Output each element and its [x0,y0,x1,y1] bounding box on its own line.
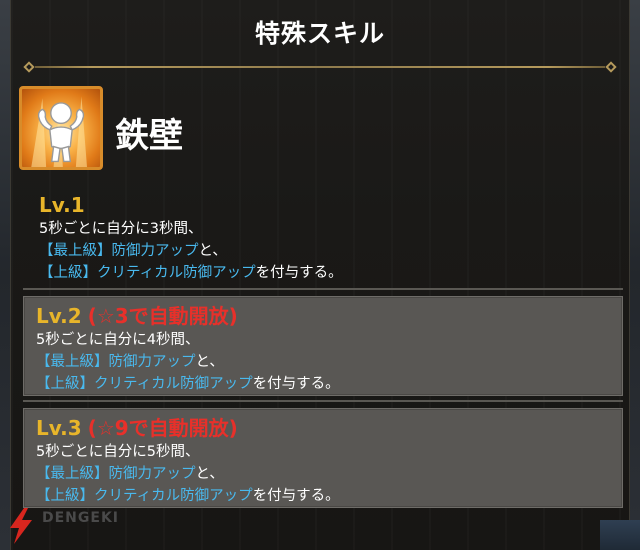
level-3-unlock-note: (☆9で自動開放) [87,416,238,440]
background-corner-deco [600,520,640,550]
level-3-block: Lv.3 (☆9で自動開放) 5秒ごとに自分に5秒間、 【最上級】防御力アップと、… [23,408,623,508]
level-2-buff-1: 【最上級】防御力アップ [36,354,196,370]
level-separator-2 [23,400,623,402]
panel-title: 特殊スキル [254,19,385,48]
level-3-line-2: 【最上級】防御力アップと、 [36,463,622,485]
level-1-line-1: 5秒ごとに自分に3秒間、 [39,221,203,237]
skill-name: 鉄壁 [115,116,183,156]
level-2-header: Lv.2 (☆3で自動開放) [36,303,622,329]
level-3-buff-1-suffix: と、 [195,466,224,482]
dengeki-watermark: DENGEKI [6,504,120,544]
divider-diamond-right [605,61,617,73]
level-1-label: Lv.1 [39,193,85,217]
level-1-buff-2: 【上級】クリティカル防御アップ [39,265,256,281]
level-3-label: Lv.3 [36,416,82,440]
level-2-label: Lv.2 [36,304,82,328]
title-divider [23,61,617,73]
level-2-buff-2: 【上級】クリティカル防御アップ [36,376,253,392]
divider-diamond-left [23,61,35,73]
level-1-buff-1-suffix: と、 [198,243,227,259]
level-2-line-3: 【上級】クリティカル防御アップを付与する。 [36,373,622,395]
level-2-buff-1-suffix: と、 [195,354,224,370]
level-2-unlock-note: (☆3で自動開放) [87,304,238,328]
flexing-figure-icon [19,86,103,170]
watermark-text: DENGEKI [42,510,120,526]
level-2-line-2: 【最上級】防御力アップと、 [36,351,622,373]
level-1-block: Lv.1 5秒ごとに自分に3秒間、 【最上級】防御力アップと、 【上級】クリティ… [23,192,623,284]
level-3-buff-2-suffix: を付与する。 [252,488,340,504]
level-1-buff-2-suffix: を付与する。 [255,265,343,281]
level-2-block: Lv.2 (☆3で自動開放) 5秒ごとに自分に4秒間、 【最上級】防御力アップと、… [23,296,623,396]
level-3-header: Lv.3 (☆9で自動開放) [36,415,622,441]
level-3-buff-2: 【上級】クリティカル防御アップ [36,488,253,504]
level-2-buff-2-suffix: を付与する。 [252,376,340,392]
level-1-line-3: 【上級】クリティカル防御アップを付与する。 [39,262,623,284]
level-3-line-3: 【上級】クリティカル防御アップを付与する。 [36,485,622,507]
level-1-line-2: 【最上級】防御力アップと、 [39,240,623,262]
level-3-buff-1: 【最上級】防御力アップ [36,466,196,482]
level-1-buff-1: 【最上級】防御力アップ [39,243,199,259]
level-separator-1 [23,288,623,290]
level-3-line-1: 5秒ごとに自分に5秒間、 [36,444,200,460]
special-skill-panel: 特殊スキル 鉄壁 Lv.1 5秒ごとに自分に3秒間、 【最上級】防御力アップと、… [10,0,630,550]
divider-line [35,66,605,68]
level-1-header: Lv.1 [39,192,623,218]
lightning-bolt-icon [10,508,32,544]
level-2-line-1: 5秒ごとに自分に4秒間、 [36,332,200,348]
